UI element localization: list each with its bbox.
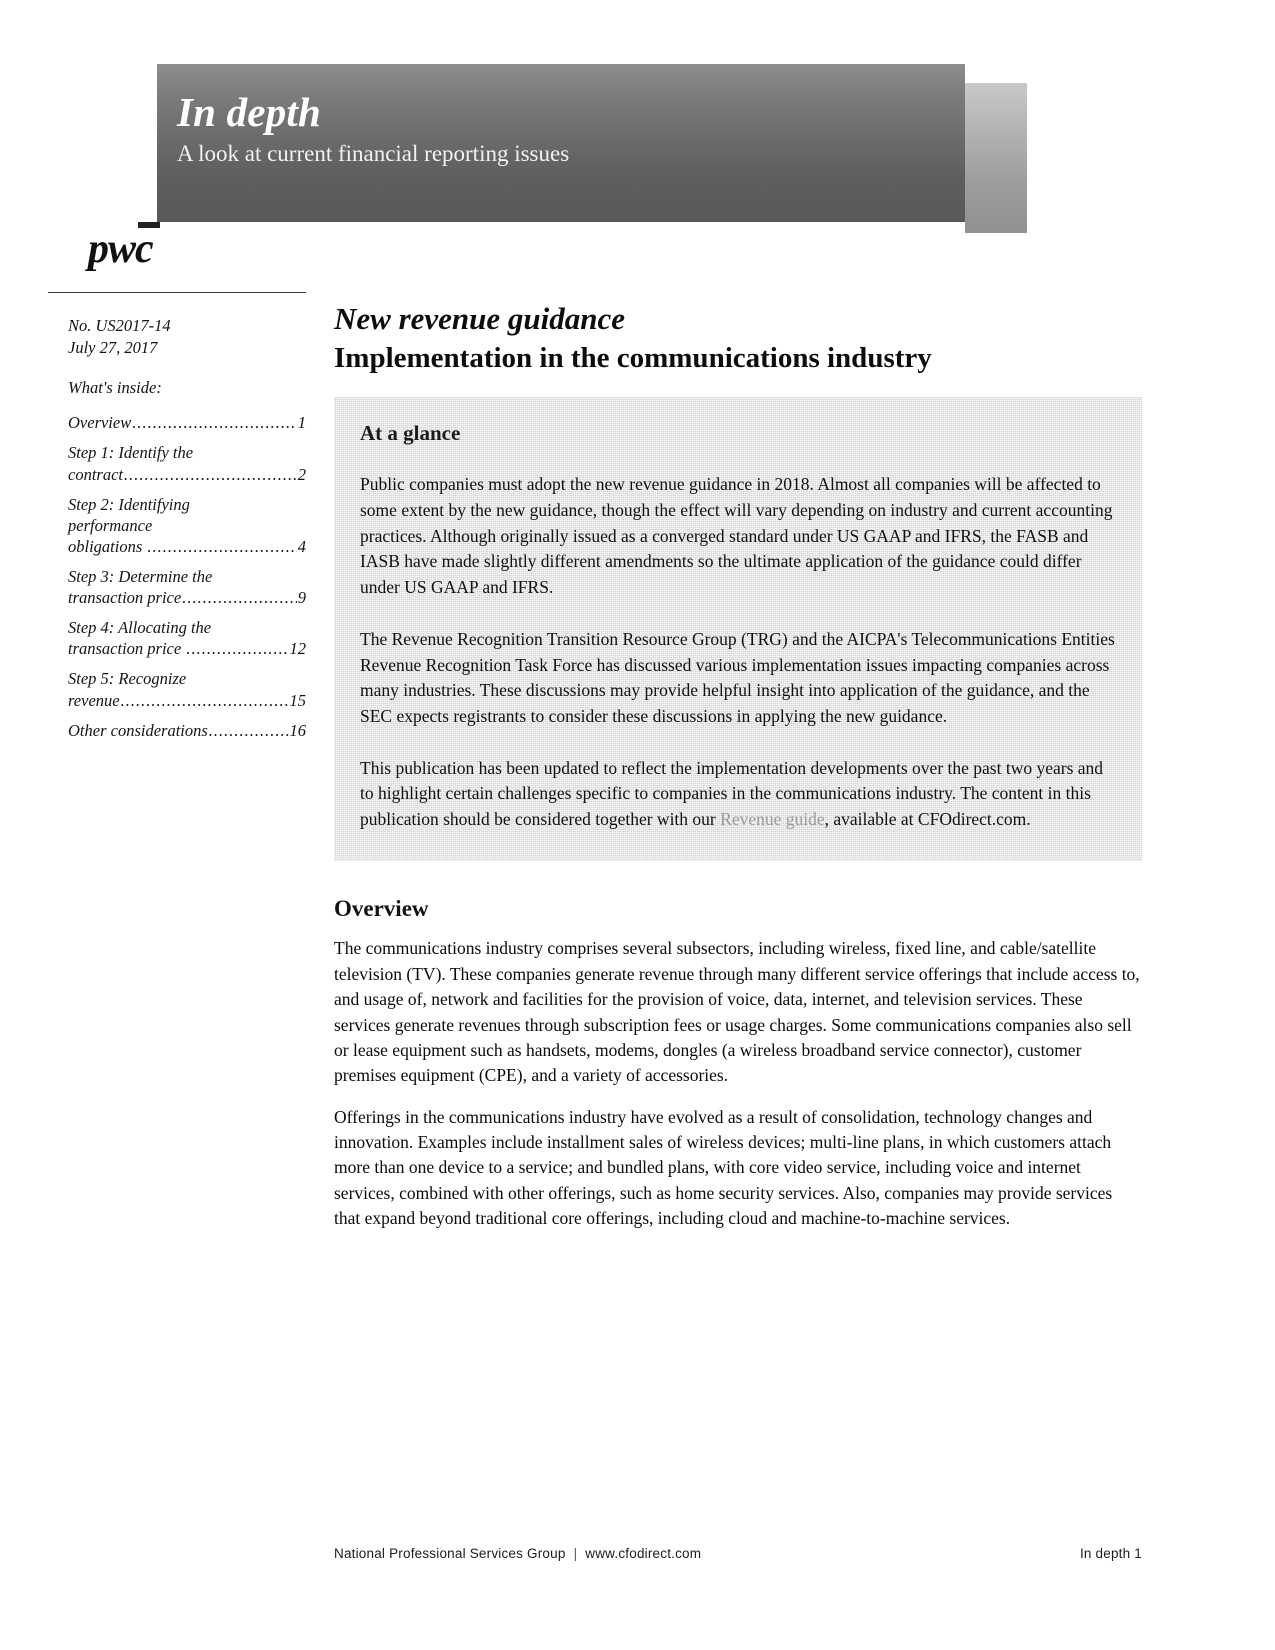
sidebar-divider — [48, 292, 306, 293]
publication-meta: No. US2017-14 July 27, 2017 — [68, 315, 306, 359]
toc-entry-line: Step 2: Identifying — [68, 494, 190, 514]
toc-entry-page-number: 15 — [289, 690, 307, 710]
masthead-text-block: In depth A look at current financial rep… — [177, 89, 965, 167]
toc-entry[interactable]: Other considerations....................… — [68, 720, 306, 741]
toc-leader-dots: ........................................… — [182, 588, 297, 608]
toc-entry-row: transaction price ......................… — [68, 638, 306, 659]
footer-website[interactable]: www.cfodirect.com — [585, 1546, 701, 1561]
toc-leader-dots: ........................................… — [208, 720, 289, 740]
table-of-contents: Overview................................… — [68, 412, 306, 740]
toc-entry-label: revenue — [68, 690, 120, 710]
sidebar: No. US2017-14 July 27, 2017 What's insid… — [48, 292, 306, 750]
toc-entry-row: Overview................................… — [68, 412, 306, 433]
toc-entry[interactable]: Step 3: Determine the transaction price..… — [68, 566, 306, 608]
masthead-banner: In depth A look at current financial rep… — [157, 64, 965, 222]
sidebar-content: No. US2017-14 July 27, 2017 What's insid… — [48, 315, 306, 741]
toc-entry[interactable]: Step 2: Identifying performance obligation… — [68, 494, 306, 557]
at-a-glance-box: At a glance Public companies must adopt … — [334, 397, 1142, 861]
toc-entry-label: contract — [68, 464, 123, 484]
toc-leader-dots: ........................................… — [186, 639, 289, 659]
page-title: New revenue guidance — [334, 301, 626, 336]
footer-page-label: In depth 1 — [1079, 1546, 1142, 1561]
at-a-glance-text-after-link: , available at CFOdirect.com. — [824, 809, 1031, 830]
at-a-glance-paragraph: Public companies must adopt the new reve… — [360, 474, 1113, 598]
toc-leader-dots: ........................................… — [124, 464, 297, 484]
whats-inside-label: What's inside: — [68, 377, 162, 397]
toc-leader-dots: ........................................… — [120, 690, 289, 710]
footer-group-name: National Professional Services Group — [334, 1546, 566, 1561]
overview-paragraph: Offerings in the communications industry… — [334, 1106, 1113, 1229]
overview-paragraph: The communications industry comprises se… — [334, 938, 1140, 1086]
toc-leader-dots: ........................................… — [147, 536, 297, 556]
at-a-glance-paragraph: The Revenue Recognition Transition Resou… — [360, 628, 1115, 726]
toc-entry-row: Other considerations....................… — [68, 720, 306, 741]
page-footer: National Professional Services Group | www… — [334, 1546, 1142, 1561]
toc-entry-page-number: 4 — [297, 536, 306, 556]
at-a-glance-paragraph-with-link: This publication has been updated to ref… — [360, 756, 1116, 833]
publication-date: July 27, 2017 — [68, 337, 158, 357]
toc-entry-label: Other considerations — [68, 720, 208, 740]
masthead-title: In depth — [177, 89, 321, 135]
toc-entry[interactable]: Overview................................… — [68, 412, 306, 433]
at-a-glance-heading: At a glance — [360, 421, 461, 446]
toc-entry-label: Overview — [68, 413, 132, 433]
pwc-wordmark: pwc — [88, 226, 154, 272]
toc-entry-row: revenue.................................… — [68, 690, 306, 711]
footer-left-block: National Professional Services Group | www… — [334, 1546, 701, 1561]
toc-entry-line: Step 1: Identify the — [68, 443, 194, 463]
pwc-logo: pwc — [88, 222, 208, 278]
toc-entry-label: obligations — [68, 536, 147, 556]
masthead-accent-block — [965, 83, 1027, 233]
toc-entry-page-number: 2 — [297, 464, 306, 484]
main-column: New revenue guidance Implementation in t… — [334, 300, 1142, 1232]
toc-entry-label: transaction price — [68, 639, 186, 659]
toc-entry-page-number: 12 — [289, 639, 307, 659]
toc-entry[interactable]: Step 4: Allocating the transaction price … — [68, 617, 306, 659]
document-page: In depth A look at current financial rep… — [0, 0, 1275, 1650]
toc-entry-line: performance — [68, 515, 153, 535]
toc-entry[interactable]: Step 1: Identify the contract............… — [68, 442, 306, 484]
toc-entry-page-number: 16 — [289, 720, 307, 740]
toc-entry-line: Step 5: Recognize — [68, 669, 187, 689]
toc-entry-row: contract................................… — [68, 464, 306, 485]
masthead-subtitle: A look at current financial reporting is… — [177, 141, 570, 166]
publication-number: No. US2017-14 — [68, 316, 171, 335]
toc-entry-row: transaction price.......................… — [68, 587, 306, 608]
page-subtitle: Implementation in the communications ind… — [334, 341, 932, 374]
toc-entry[interactable]: Step 5: Recognize revenue................… — [68, 668, 306, 710]
toc-entry-line: Step 3: Determine the — [68, 566, 213, 586]
toc-entry-page-number: 9 — [297, 588, 306, 608]
overview-heading: Overview — [334, 895, 429, 921]
toc-entry-page-number: 1 — [297, 413, 306, 433]
toc-leader-dots: ........................................… — [132, 413, 297, 433]
footer-separator: | — [573, 1546, 578, 1561]
revenue-guide-link[interactable]: Revenue guide — [720, 809, 824, 829]
toc-entry-row: obligations ............................… — [68, 536, 306, 557]
toc-entry-line: Step 4: Allocating the — [68, 618, 212, 638]
toc-entry-label: transaction price — [68, 588, 182, 608]
